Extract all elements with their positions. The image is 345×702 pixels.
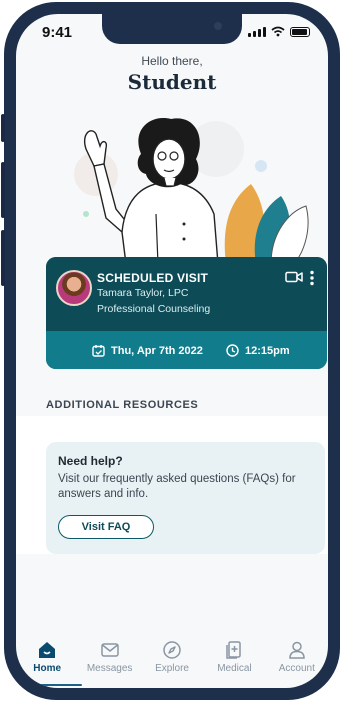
help-card-body: Visit our frequently asked questions (FA… (58, 473, 296, 500)
bottom-tab-bar: Home Messages Explore Medical Account (16, 634, 328, 688)
visit-faq-button[interactable]: Visit FAQ (58, 515, 154, 539)
active-tab-indicator (30, 684, 82, 686)
phone-frame: 9:41 Hello there, Student SCHEDULED VISI… (1, 2, 340, 700)
provider-avatar (56, 270, 92, 306)
compass-icon (163, 641, 181, 659)
video-camera-icon[interactable] (285, 271, 303, 283)
visit-time-label: 12:15pm (245, 344, 290, 357)
tab-account-label: Account (278, 663, 315, 674)
volume-up-button (1, 162, 5, 218)
mail-icon (100, 643, 119, 657)
status-time: 9:41 (42, 24, 73, 41)
greeting-text: Hello there, (141, 54, 203, 68)
tab-explore-label: Explore (155, 663, 189, 674)
medical-icon (226, 641, 242, 659)
user-name-title: Student (127, 70, 217, 94)
scheduled-visit-card[interactable]: SCHEDULED VISIT Tamara Taylor, LPC Profe… (46, 257, 327, 369)
help-card-title: Need help? (58, 454, 123, 468)
calendar-icon (92, 345, 105, 357)
battery-icon (290, 27, 310, 37)
volume-down-button (1, 230, 5, 286)
tab-medical-label: Medical (217, 663, 252, 674)
tab-home-label: Home (33, 663, 62, 674)
tab-home[interactable]: Home (16, 634, 78, 688)
home-icon (39, 642, 56, 658)
service-type: Professional Counseling (97, 303, 211, 315)
help-card: Need help? Visit our frequently asked qu… (46, 442, 325, 554)
additional-resources-heading: ADDITIONAL RESOURCES (46, 399, 199, 411)
camera-dot (214, 22, 222, 30)
visit-date: Thu, Apr 7th 2022 (92, 344, 203, 357)
tab-medical[interactable]: Medical (203, 634, 265, 688)
tab-messages-label: Messages (86, 663, 133, 674)
signal-icon (248, 27, 266, 37)
notch (102, 14, 242, 44)
tab-explore[interactable]: Explore (141, 634, 203, 688)
mute-switch (1, 114, 5, 142)
waving-person-illustration (74, 118, 309, 264)
status-icons (248, 26, 310, 37)
more-options-icon[interactable] (309, 270, 315, 286)
clock-icon (226, 344, 239, 357)
tab-messages[interactable]: Messages (78, 634, 140, 688)
provider-name: Tamara Taylor, LPC (97, 287, 189, 299)
visit-time: 12:15pm (226, 344, 290, 357)
visit-title: SCHEDULED VISIT (97, 271, 209, 285)
app-screen: 9:41 Hello there, Student SCHEDULED VISI… (16, 14, 328, 688)
visit-date-label: Thu, Apr 7th 2022 (111, 344, 203, 357)
tab-account[interactable]: Account (266, 634, 328, 688)
wifi-icon (271, 26, 285, 37)
user-icon (289, 641, 305, 659)
